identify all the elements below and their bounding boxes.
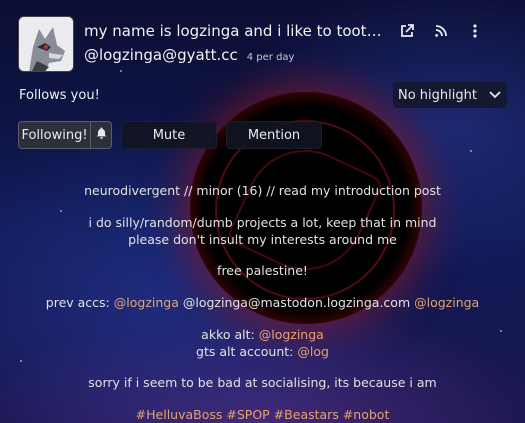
rss-icon[interactable]: [430, 20, 452, 42]
follows-you-badge: Follows you!: [19, 87, 100, 103]
notify-bell-button[interactable]: [91, 121, 112, 149]
hashtag-link[interactable]: #nobot: [343, 407, 390, 422]
highlight-select[interactable]: No highlight: [393, 82, 507, 108]
external-link-icon[interactable]: [396, 20, 418, 42]
hashtag-link[interactable]: #HelluvaBoss: [136, 407, 223, 422]
mention-button[interactable]: Mention: [226, 121, 322, 149]
bio-line: sorry if i seem to be bad at socialising…: [88, 375, 437, 390]
account-handle[interactable]: @logzinga@gyatt.cc: [84, 46, 238, 64]
chevron-down-icon: [489, 88, 501, 103]
highlight-select-value: No highlight: [398, 87, 477, 103]
mention-link[interactable]: @logzinga: [114, 295, 179, 310]
avatar[interactable]: [18, 16, 74, 72]
display-name: my name is logzinga and i like to toot .…: [84, 22, 384, 40]
following-button[interactable]: Following!: [18, 121, 91, 149]
hashtag-link[interactable]: #Beastars: [274, 407, 339, 422]
bell-icon: [96, 127, 107, 143]
mute-button[interactable]: Mute: [121, 121, 217, 149]
mention-link[interactable]: @log: [297, 344, 329, 359]
bio-label: akko alt:: [201, 327, 255, 342]
mention-link[interactable]: @logzinga: [259, 327, 324, 342]
post-rate: 4 per day: [246, 52, 295, 63]
mention-link[interactable]: @logzinga: [414, 295, 479, 310]
bio-label: gts alt account:: [196, 344, 294, 359]
bio-line: free palestine!: [217, 263, 308, 278]
bio-line: neurodivergent // minor (16) // read my …: [84, 183, 441, 198]
bio-text: @logzinga@mastodon.logzinga.com: [182, 295, 411, 310]
bio-line: i do silly/random/dumb projects a lot, k…: [88, 215, 437, 230]
bio-label: prev accs:: [45, 295, 110, 310]
hashtag-link[interactable]: #SPOP: [226, 407, 269, 422]
profile-actions: Following! Mute Mention: [0, 121, 525, 149]
profile-header: my name is logzinga and i like to toot .…: [0, 0, 525, 74]
bio-line: please don't insult my interests around …: [128, 232, 397, 247]
more-vertical-icon[interactable]: [464, 20, 486, 42]
profile-bio: neurodivergent // minor (16) // read my …: [0, 182, 525, 423]
